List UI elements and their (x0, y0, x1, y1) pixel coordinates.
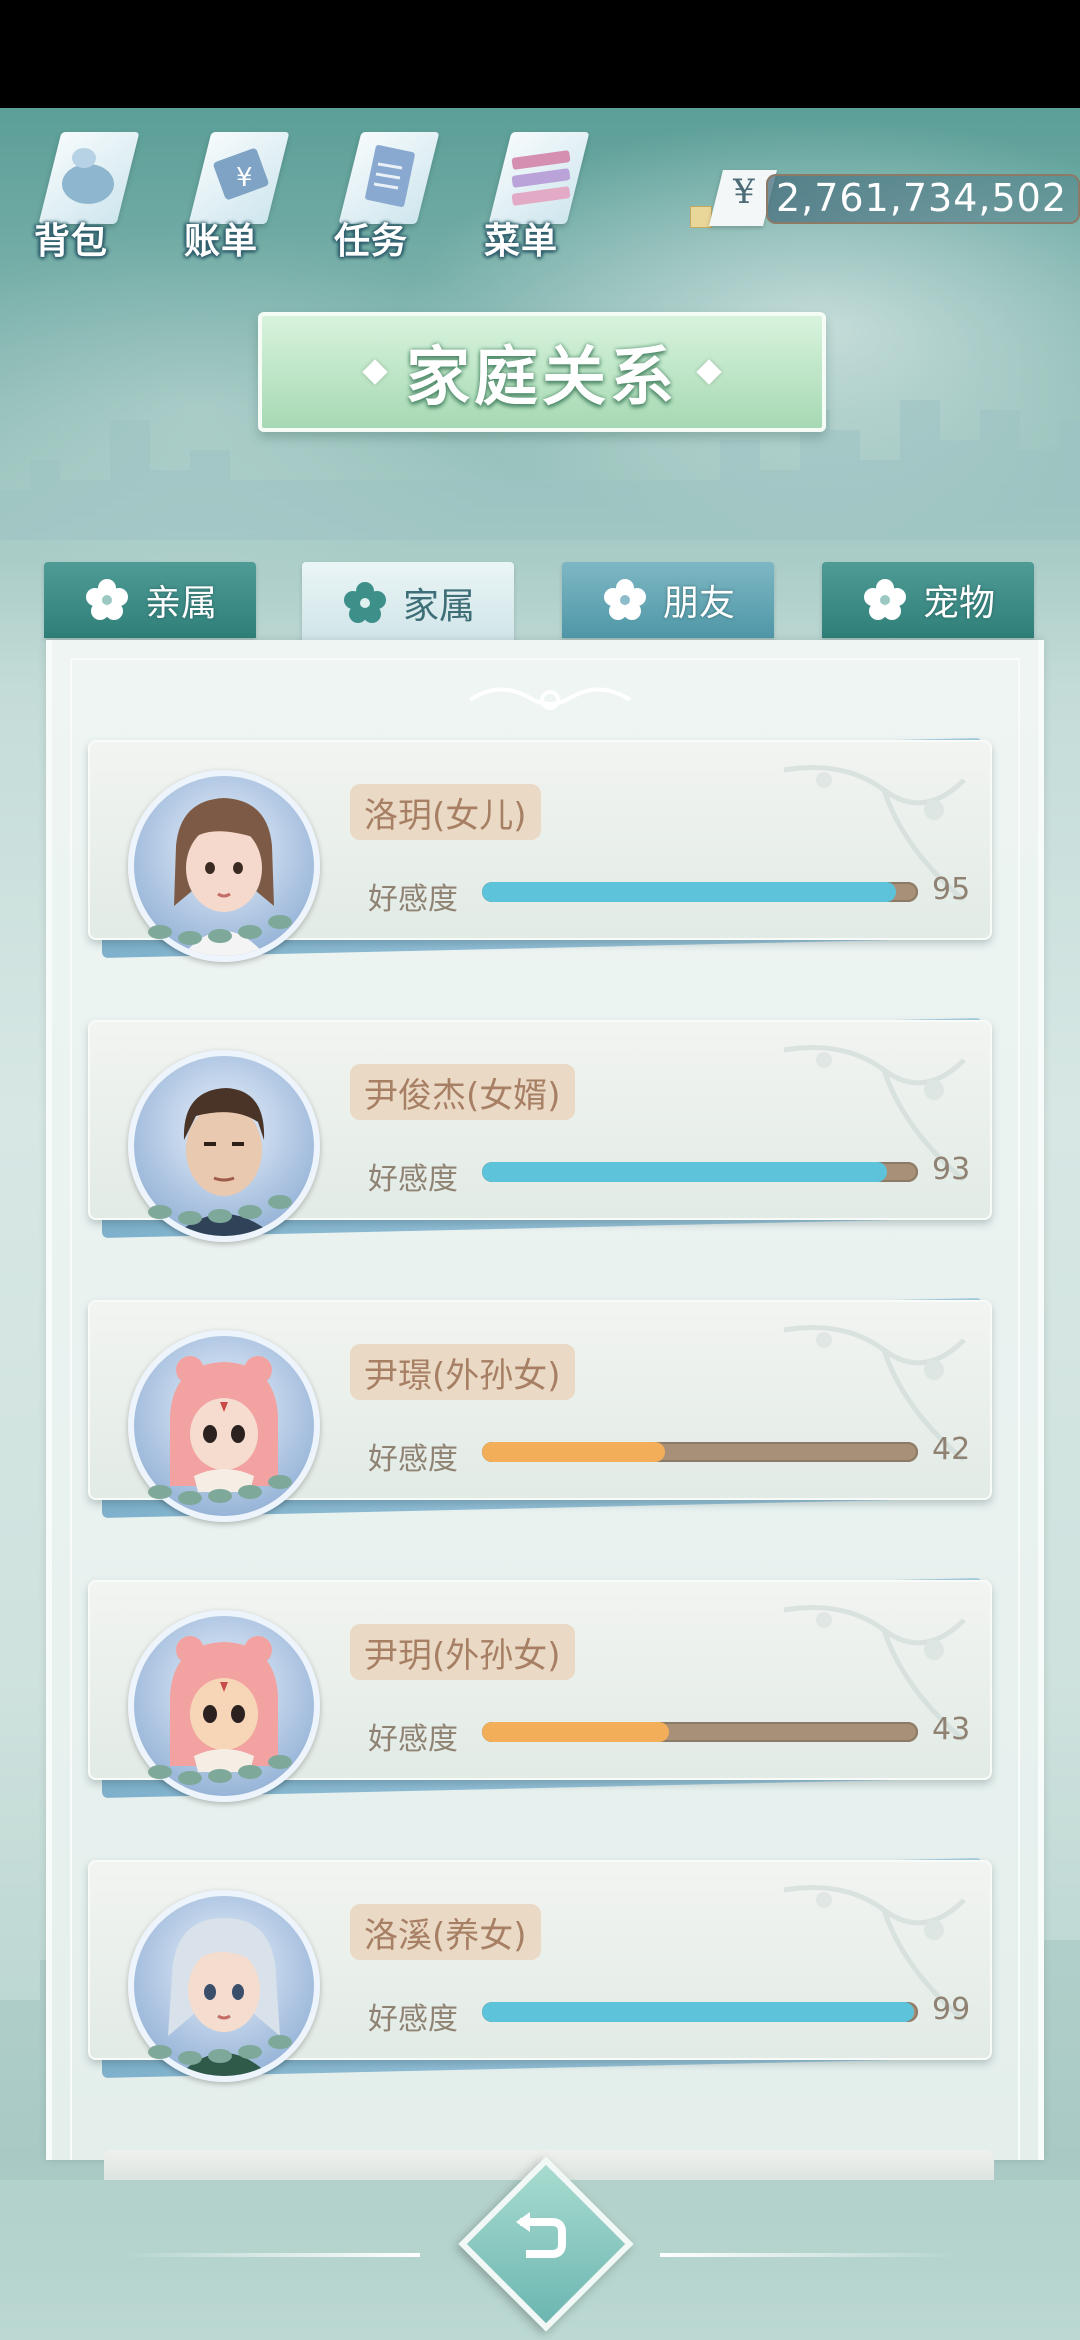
affinity-value: 99 (932, 1992, 971, 2027)
affinity-bar (482, 882, 918, 902)
tab-family[interactable]: 家属 (302, 562, 514, 644)
affinity-bar-fill (482, 1722, 670, 1742)
status-bar (0, 0, 1080, 108)
flower-icon (863, 579, 906, 620)
member-name-tag: 尹璟(外孙女) (350, 1344, 575, 1400)
backpack-icon (62, 148, 114, 204)
affinity-value: 43 (932, 1712, 971, 1747)
divider-left (120, 2253, 420, 2257)
member-card[interactable]: 洛溪(养女) 好感度 99 (88, 1850, 992, 2082)
divider-right (660, 2253, 960, 2257)
card-front: 洛玥(女儿) 好感度 95 (88, 740, 992, 962)
currency-display: ¥ 2,761,734,502 (690, 170, 1080, 228)
svg-text:¥: ¥ (236, 163, 253, 193)
member-name: 洛玥(女儿) (364, 795, 527, 836)
card-front: 尹玥(外孙女) 好感度 43 (88, 1580, 992, 1802)
affinity-value: 95 (932, 872, 971, 907)
affinity-label: 好感度 (368, 1722, 458, 1757)
diamond-icon (362, 359, 388, 385)
leaves-decoration-icon (148, 1755, 292, 1785)
task-icon (365, 145, 415, 207)
currency-amount: 2,761,734,502 (776, 176, 1068, 220)
card-front: 洛溪(养女) 好感度 99 (88, 1860, 992, 2082)
return-arrow-icon (516, 2212, 566, 2258)
tab-label: 朋友 (662, 583, 735, 624)
page-title-banner: 家庭关系 (258, 312, 826, 432)
member-name-tag: 洛溪(养女) (350, 1904, 541, 1960)
task-label: 任务 (334, 221, 409, 262)
menu-icon (511, 150, 571, 206)
menu-label: 菜单 (484, 221, 559, 262)
page-title: 家庭关系 (406, 341, 678, 415)
member-name: 洛溪(养女) (364, 1915, 527, 1956)
tab-relatives[interactable]: 亲属 (44, 562, 256, 638)
affinity-label: 好感度 (368, 2002, 458, 2037)
yen-icon: ¥ (733, 172, 755, 212)
relation-tabs: 亲属 家属 朋友 宠物 (44, 562, 1044, 644)
bill-icon: ¥ (213, 148, 269, 200)
bill-button[interactable]: ¥ 账单 (180, 120, 290, 262)
member-card[interactable]: 尹璟(外孙女) 好感度 42 (88, 1290, 992, 1522)
affinity-bar-fill (482, 2002, 914, 2022)
card-front: 尹俊杰(女婿) 好感度 93 (88, 1020, 992, 1242)
affinity-bar (482, 1162, 918, 1182)
tab-label: 家属 (402, 586, 475, 627)
member-name: 尹俊杰(女婿) (364, 1075, 561, 1116)
affinity-label: 好感度 (368, 1162, 458, 1197)
bill-label: 账单 (184, 221, 259, 262)
affinity-bar-fill (482, 882, 897, 902)
tab-label: 亲属 (144, 583, 217, 624)
member-name-tag: 尹玥(外孙女) (350, 1624, 575, 1680)
affinity-label: 好感度 (368, 882, 458, 917)
flower-icon (603, 579, 646, 620)
affinity-bar-fill (482, 1442, 666, 1462)
flower-icon (85, 579, 128, 620)
affinity-bar-fill (482, 1162, 888, 1182)
backpack-label: 背包 (34, 221, 109, 262)
affinity-value: 42 (932, 1432, 971, 1467)
leaves-decoration-icon (148, 1195, 292, 1225)
member-card[interactable]: 尹玥(外孙女) 好感度 43 (88, 1570, 992, 1802)
member-name-tag: 尹俊杰(女婿) (350, 1064, 575, 1120)
scroll-ornament-icon (468, 687, 632, 710)
member-card[interactable]: 洛玥(女儿) 好感度 95 (88, 730, 992, 962)
affinity-bar (482, 1722, 918, 1742)
member-name: 尹璟(外孙女) (364, 1355, 561, 1396)
backpack-button[interactable]: 背包 (30, 120, 140, 262)
member-name-tag: 洛玥(女儿) (350, 784, 541, 840)
tab-pets[interactable]: 宠物 (822, 562, 1034, 638)
tab-label: 宠物 (922, 583, 995, 624)
diamond-icon (696, 359, 722, 385)
card-front: 尹璟(外孙女) 好感度 42 (88, 1300, 992, 1522)
affinity-label: 好感度 (368, 1442, 458, 1477)
leaves-decoration-icon (148, 2035, 292, 2065)
task-button[interactable]: 任务 (330, 120, 440, 262)
tab-friends[interactable]: 朋友 (562, 562, 774, 638)
member-name: 尹玥(外孙女) (364, 1635, 561, 1676)
leaves-decoration-icon (148, 1475, 292, 1505)
affinity-value: 93 (932, 1152, 971, 1187)
affinity-bar (482, 1442, 918, 1462)
menu-button[interactable]: 菜单 (480, 120, 590, 262)
member-card[interactable]: 尹俊杰(女婿) 好感度 93 (88, 1010, 992, 1242)
leaves-decoration-icon (148, 915, 292, 945)
affinity-bar (482, 2002, 918, 2022)
flower-icon (343, 582, 386, 623)
